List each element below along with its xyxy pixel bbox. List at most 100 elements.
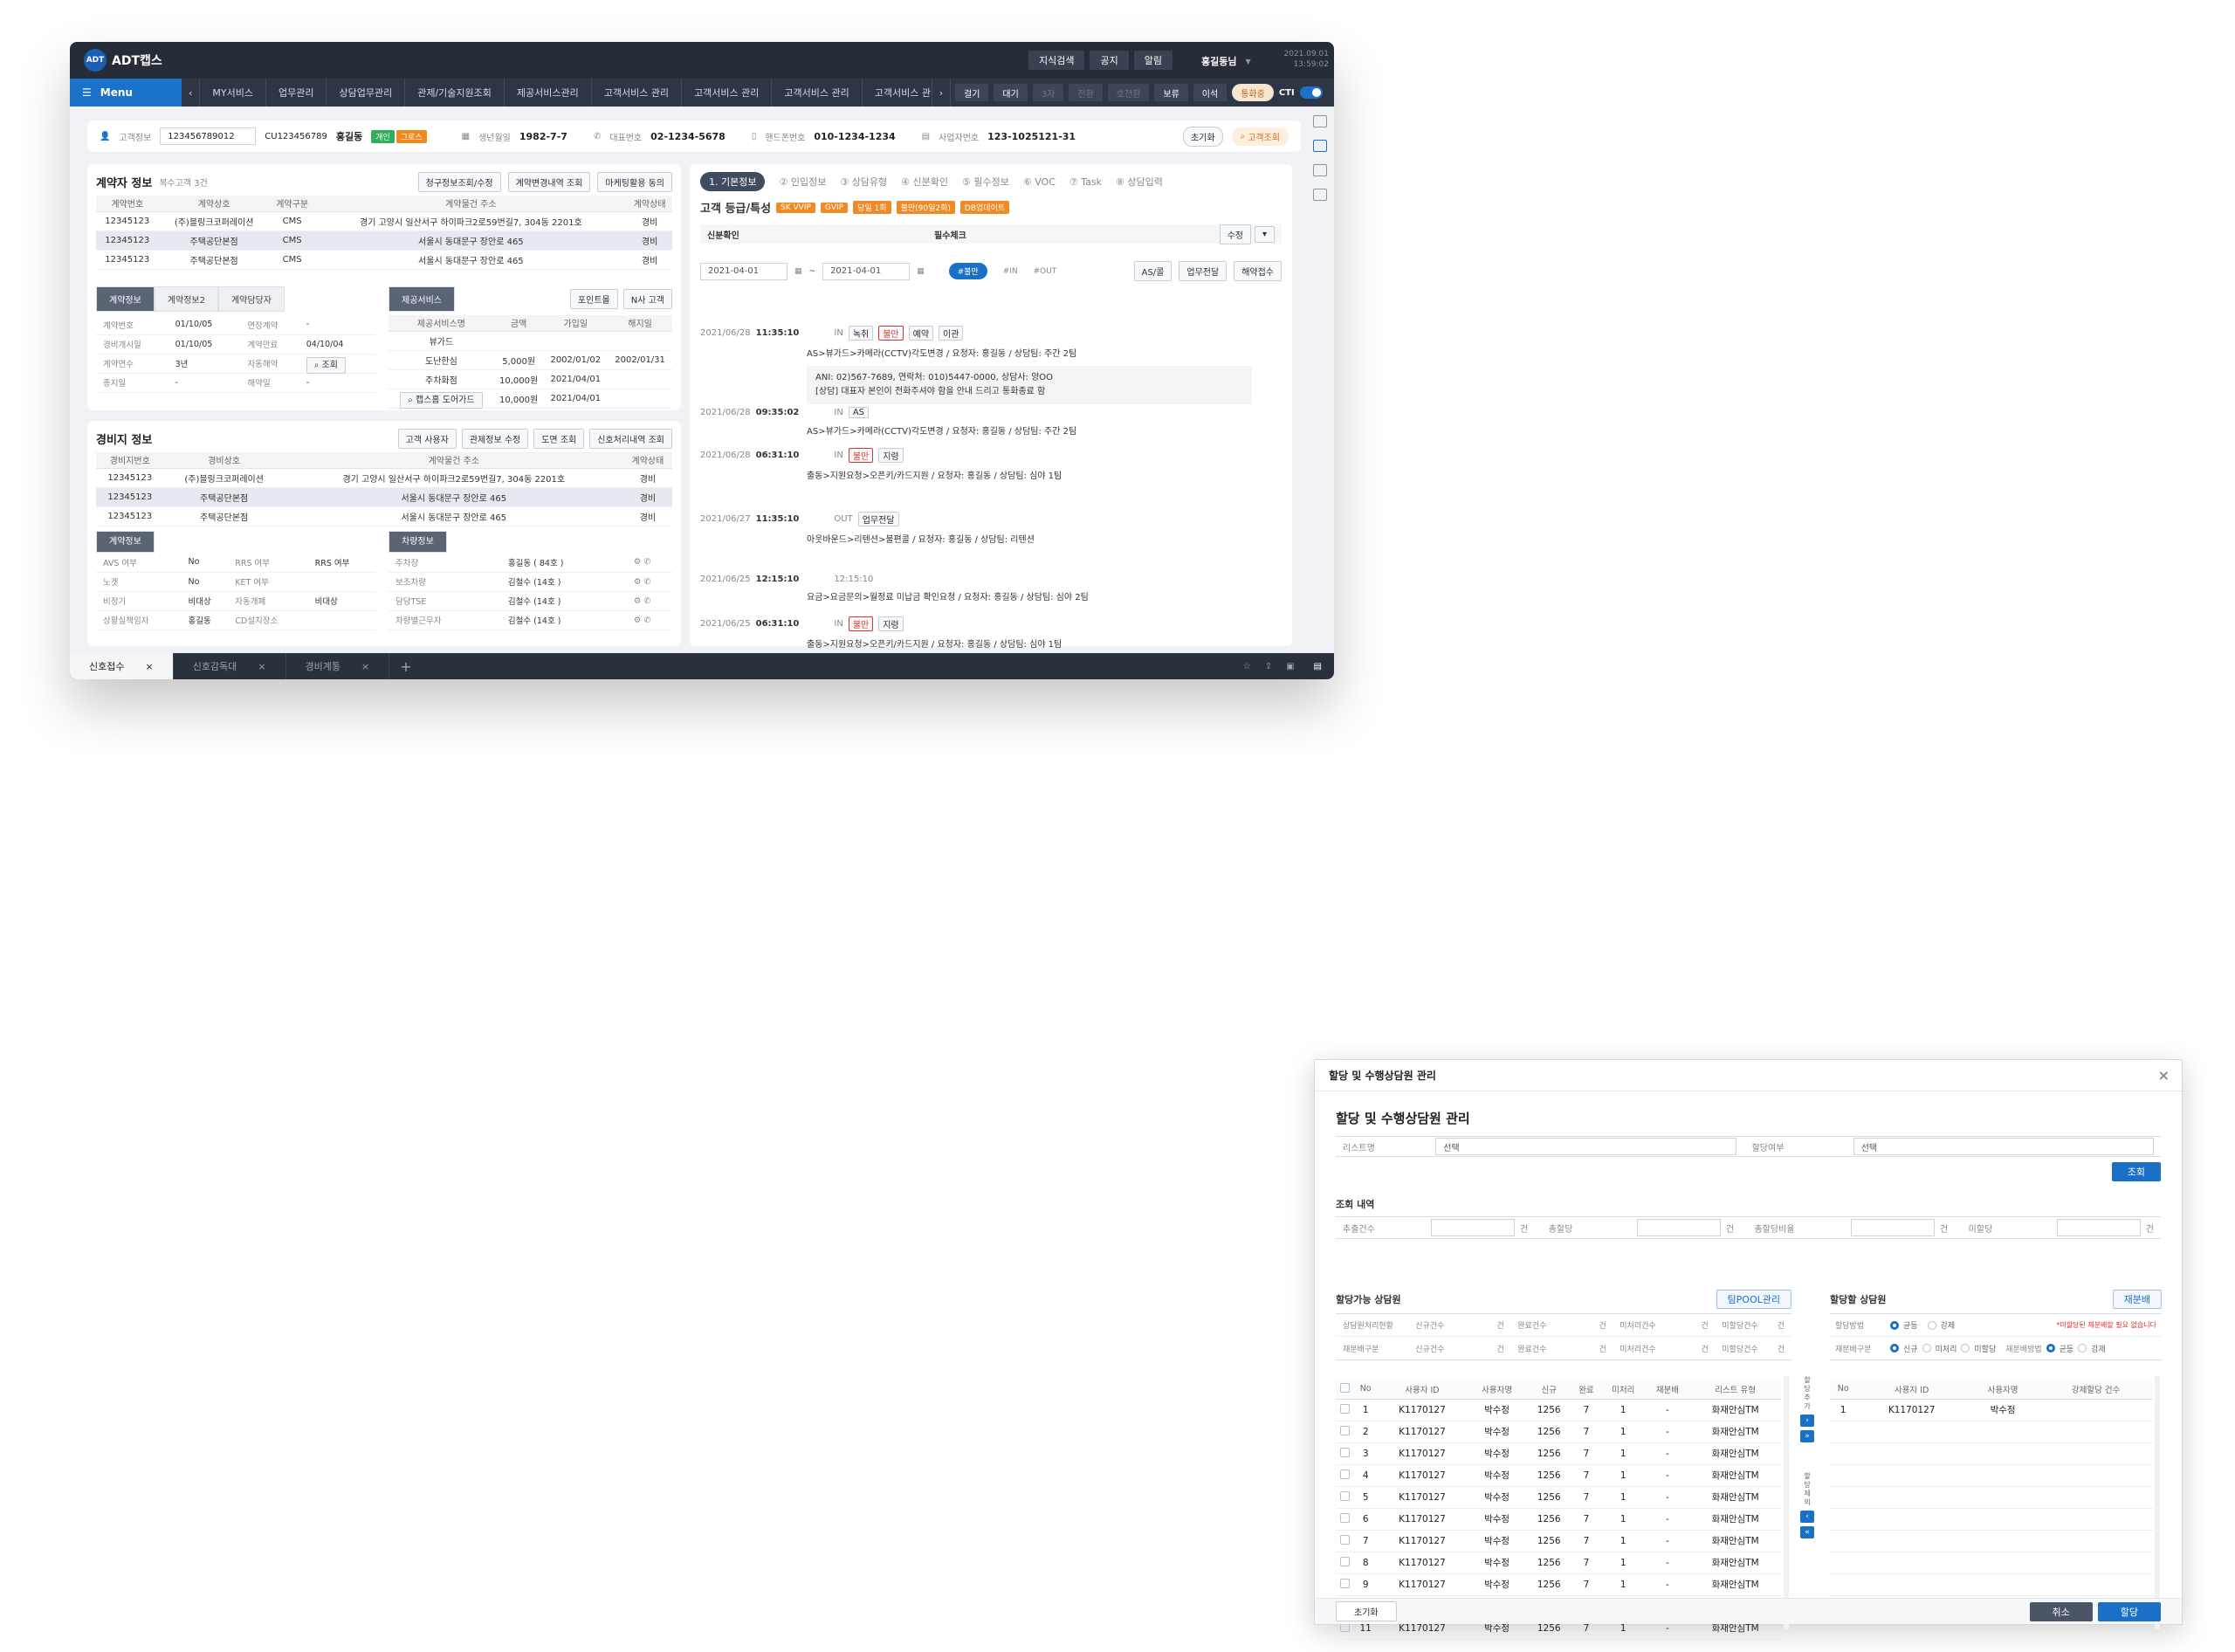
customer-search-button[interactable]: ⌕ 고객조회 xyxy=(1231,127,1289,146)
history-item[interactable]: 2021/06/25 12:15:10 12:15:10 요금>요금문의>월정료 미… xyxy=(700,575,1259,602)
method-force-radio[interactable] xyxy=(1927,1320,1936,1330)
redis-equal-radio[interactable] xyxy=(2046,1344,2055,1353)
settings-icon[interactable]: ⚙ ✆ xyxy=(633,572,672,592)
layout-icon[interactable] xyxy=(1313,115,1327,127)
nav-tab-work[interactable]: 업무관리 xyxy=(266,79,327,107)
expand-icon[interactable]: ▾ xyxy=(1254,225,1275,243)
history-item[interactable]: 2021/06/28 06:31:10 IN 불만 지령 출동>지원요청>오픈키/카드지… xyxy=(700,448,1259,481)
redis-pending-radio[interactable] xyxy=(1922,1344,1931,1353)
nav-tab-customer-4[interactable]: 고객서비스 관리 xyxy=(863,79,932,107)
unassigned-field[interactable] xyxy=(2056,1219,2141,1236)
table-row[interactable]: ⌕ 캡스홈 도어가드 10,000원 2021/04/01 xyxy=(389,389,672,409)
tab-contract-info-2[interactable]: 계약정보2 xyxy=(154,286,218,312)
point-mall-button[interactable]: 포인트몰 xyxy=(569,289,618,309)
hold-button[interactable]: 보류 xyxy=(1154,84,1188,101)
row-checkbox[interactable] xyxy=(1340,1447,1351,1457)
settings-icon[interactable]: ⚙ ✆ xyxy=(633,553,672,573)
table-row[interactable]: 6 K1170127 박수정 1256 7 1- 화재안심TM xyxy=(1336,1508,1781,1531)
transfer-button[interactable]: 전환 xyxy=(1069,84,1103,101)
reset-button[interactable]: 초기화 xyxy=(1336,1601,1397,1621)
as-call-button[interactable]: AS/콜 xyxy=(1133,261,1173,281)
table-row[interactable]: 도난한심 5,000원 2002/01/02 2002/01/31 xyxy=(389,350,672,370)
history-item[interactable]: 2021/06/28 09:35:02 IN AS AS>뷰가드>카메라(CCTV)각… xyxy=(700,407,1259,437)
history-item[interactable]: 2021/06/28 11:35:10 IN 녹취 불만 예약 이관 AS>뷰가드>카메라… xyxy=(700,326,1259,404)
chat-icon[interactable] xyxy=(1313,140,1327,152)
floor-plan-button[interactable]: 도면 조회 xyxy=(533,428,585,449)
share-icon[interactable]: ⇪ xyxy=(1258,662,1279,671)
scrollbar[interactable] xyxy=(1784,1376,1789,1629)
edit-button[interactable]: 수정 xyxy=(1219,224,1251,244)
nav-tab-my-service[interactable]: MY서비스 xyxy=(200,79,266,107)
table-row[interactable]: 12345123 주택공단본점 CMS 서울시 동대문구 장안로 465 경비 xyxy=(96,231,672,251)
door-guard-button[interactable]: ⌕ 캡스홈 도어가드 xyxy=(400,391,483,409)
calendar-icon[interactable]: ▦ xyxy=(917,267,925,276)
away-button[interactable]: 이석 xyxy=(1193,84,1228,101)
calendar-icon[interactable]: ▦ xyxy=(794,267,802,276)
extract-count-field[interactable] xyxy=(1431,1219,1516,1236)
alert-button[interactable]: 알림 xyxy=(1133,51,1173,70)
history-item[interactable]: 2021/06/25 06:31:10 IN 불만 지령 출동>지원요청>오픈키/카드지… xyxy=(700,616,1259,650)
bottom-tab-signal[interactable]: 신호접수 × xyxy=(70,653,174,679)
assign-ratio-field[interactable] xyxy=(1851,1219,1936,1236)
tab-vehicle-info[interactable]: 차량정보 xyxy=(389,531,447,553)
user-name[interactable]: 홍길동님 xyxy=(1201,54,1236,68)
search-button[interactable]: 조회 xyxy=(2111,1162,2161,1181)
close-icon[interactable]: × xyxy=(145,661,153,672)
table-row[interactable]: 8 K1170127 박수정 1256 7 1- 화재안심TM xyxy=(1336,1552,1781,1574)
lookup-button[interactable]: ⌕ 조회 xyxy=(306,356,346,374)
window-icon[interactable]: ▤ xyxy=(1302,662,1334,671)
history-item[interactable]: 2021/06/27 11:35:10 OUT 업무전달 아웃바운드>리텐션>불편콜 … xyxy=(700,512,1259,545)
close-icon[interactable]: × xyxy=(361,661,369,672)
table-row[interactable]: 12345123 주택공단본점 서울시 동대문구 장안로 465 경비 xyxy=(96,506,672,527)
tab-voc[interactable]: ⑥ VOC xyxy=(1023,176,1056,188)
cancel-button[interactable]: 취소 xyxy=(2029,1601,2093,1621)
assign-status-select[interactable]: 선택 xyxy=(1853,1138,2154,1155)
table-row[interactable]: 5 K1170127 박수정 1256 7 1- 화재안심TM xyxy=(1336,1486,1781,1509)
row-checkbox[interactable] xyxy=(1340,1512,1351,1523)
chevron-down-icon[interactable]: ▼ xyxy=(1245,58,1250,65)
settings-icon[interactable]: ⚙ ✆ xyxy=(633,610,672,630)
table-row[interactable]: 12345123 (주)블링크코퍼레이션 CMS 경기 고양시 일산서구 하이파크2로… xyxy=(96,211,672,231)
call-button[interactable]: 걸기 xyxy=(955,84,989,101)
row-checkbox[interactable] xyxy=(1340,1556,1351,1566)
row-checkbox[interactable] xyxy=(1340,1578,1351,1588)
table-row[interactable]: 주차화점 10,000원 2021/04/01 xyxy=(389,369,672,389)
tab-task[interactable]: ⑦ Task xyxy=(1069,176,1102,188)
filter-out[interactable]: #OUT xyxy=(1034,267,1057,276)
assign-button[interactable]: 할당 xyxy=(2097,1601,2161,1621)
tab-consult-input[interactable]: ⑧ 상담입력 xyxy=(1116,175,1163,189)
redis-new-radio[interactable] xyxy=(1890,1344,1899,1353)
save-icon[interactable]: ▣ xyxy=(1279,662,1301,671)
notice-button[interactable]: 공지 xyxy=(1090,51,1129,70)
customer-user-button[interactable]: 고객 사용자 xyxy=(397,428,457,449)
tab-id-check[interactable]: ④ 신분확인 xyxy=(901,175,948,189)
table-row[interactable]: 4 K1170127 박수정 1256 7 1- 화재안심TM xyxy=(1336,1464,1781,1487)
nav-tab-customer-3[interactable]: 고객서비스 관리 xyxy=(772,79,863,107)
customer-id-input[interactable]: 123456789012 xyxy=(160,127,257,145)
method-equal-radio[interactable] xyxy=(1890,1320,1899,1330)
filter-complaint[interactable]: #불만 xyxy=(948,263,987,279)
wait-button[interactable]: 대기 xyxy=(994,84,1028,101)
nav-tab-control[interactable]: 관제/기술지원조회 xyxy=(405,79,505,107)
tab-provided-service[interactable]: 제공서비스 xyxy=(389,286,455,312)
table-row[interactable]: 12345123 주택공단본점 CMS 서울시 동대문구 장안로 465 경비 xyxy=(96,250,672,270)
nav-tab-consult[interactable]: 상담업무관리 xyxy=(327,79,406,107)
cancel-request-button[interactable]: 해약접수 xyxy=(1234,261,1282,281)
nav-tab-customer-1[interactable]: 고객서비스 관리 xyxy=(592,79,683,107)
tab-contract-manager[interactable]: 계약담당자 xyxy=(217,286,285,312)
tab-basic-info[interactable]: 1. 기본정보 xyxy=(700,172,766,191)
remove-all-icon[interactable]: « xyxy=(1800,1526,1814,1538)
add-tab-icon[interactable]: + xyxy=(389,658,422,675)
tab-consult-type[interactable]: ③ 상담유형 xyxy=(840,175,887,189)
table-row[interactable]: 12345123 주택공단본점 서울시 동대문구 장안로 465 경비 xyxy=(96,487,672,507)
redistribute-button[interactable]: 재분배 xyxy=(2112,1290,2162,1309)
select-all-checkbox[interactable] xyxy=(1340,1382,1351,1393)
remove-one-icon[interactable]: ‹ xyxy=(1800,1511,1814,1523)
contract-history-button[interactable]: 계약변경내역 조회 xyxy=(507,171,591,192)
row-checkbox[interactable] xyxy=(1340,1490,1351,1501)
row-checkbox[interactable] xyxy=(1340,1425,1351,1435)
bottom-tab-system[interactable]: 경비계통 × xyxy=(286,653,390,679)
signal-history-button[interactable]: 신호처리내역 조회 xyxy=(589,428,672,449)
table-row[interactable]: 12345123 (주)블링크코퍼레이션 경기 고양시 일산서구 하이파크2로59번… xyxy=(96,468,672,488)
star-icon[interactable]: ☆ xyxy=(1236,662,1258,671)
